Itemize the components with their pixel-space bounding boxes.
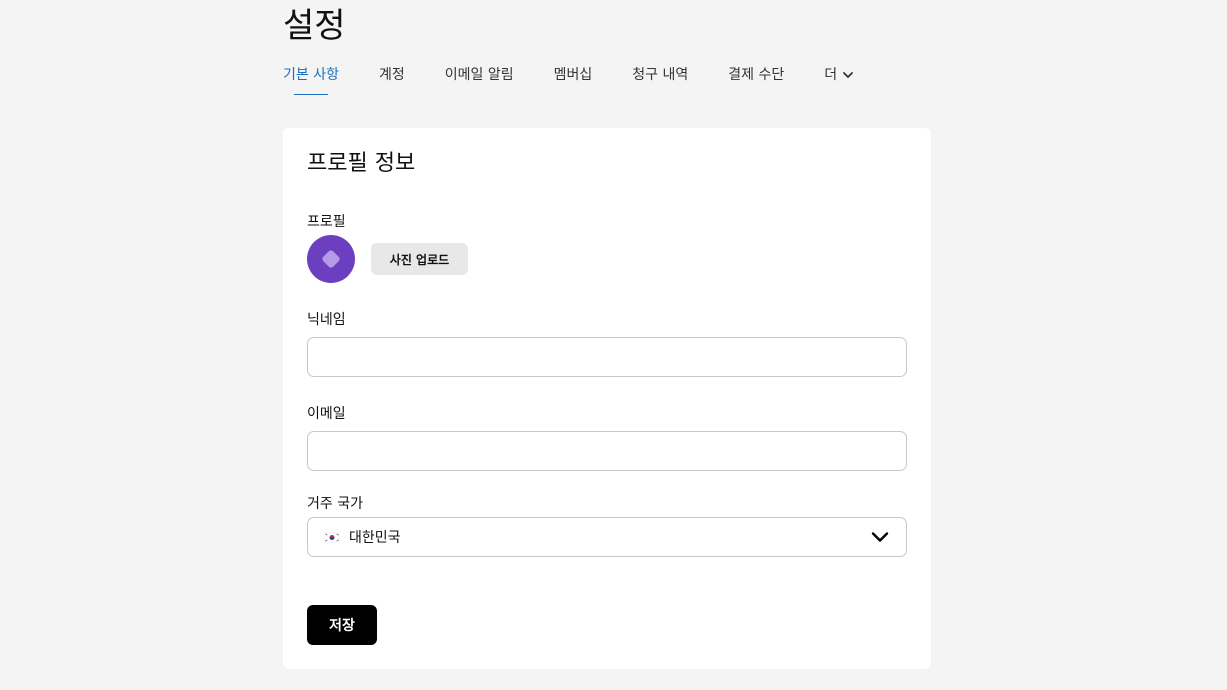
upload-photo-button[interactable]: 사진 업로드 (371, 243, 468, 275)
country-label: 거주 국가 (307, 496, 363, 512)
email-input[interactable] (307, 431, 907, 471)
tab-more[interactable]: 더 (824, 64, 854, 86)
country-select-value: 대한민국 (349, 530, 401, 546)
country-select[interactable]: 대한민국 (307, 517, 907, 557)
save-button[interactable]: 저장 (307, 605, 377, 645)
email-label: 이메일 (307, 406, 346, 422)
tab-payment-methods[interactable]: 결제 수단 (728, 64, 784, 86)
chevron-down-icon (871, 532, 889, 542)
diamond-logo-icon (322, 250, 340, 268)
tab-membership[interactable]: 멤버십 (554, 64, 593, 86)
card-title: 프로필 정보 (307, 151, 416, 176)
nickname-label: 닉네임 (307, 312, 346, 328)
tab-billing-history[interactable]: 청구 내역 (632, 64, 688, 86)
profile-info-card: 프로필 정보 프로필 사진 업로드 닉네임 이메일 거주 국가 대한민국 저장 (283, 128, 931, 669)
avatar[interactable] (307, 235, 355, 283)
page-title: 설정 (283, 6, 346, 46)
tab-more-label: 더 (824, 67, 838, 83)
nickname-input[interactable] (307, 337, 907, 377)
profile-label: 프로필 (307, 214, 346, 230)
settings-tabs: 기본 사항 계정 이메일 알림 멤버십 청구 내역 결제 수단 더 (283, 64, 854, 98)
tab-basics[interactable]: 기본 사항 (283, 64, 339, 95)
tab-email-notifications[interactable]: 이메일 알림 (445, 64, 514, 86)
tab-account[interactable]: 계정 (379, 64, 405, 86)
chevron-down-icon (843, 72, 854, 78)
south-korea-flag-icon (324, 531, 340, 543)
